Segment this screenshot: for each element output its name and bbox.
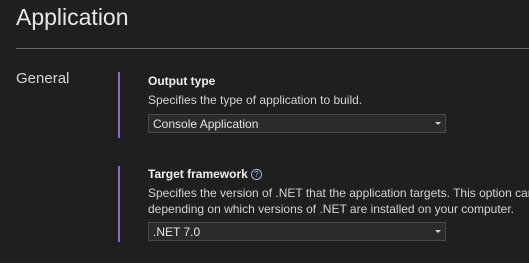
output-type-accent-bar [118,72,120,138]
chevron-down-icon [435,122,441,125]
chevron-down-icon [435,230,441,233]
output-type-title: Output type [148,74,216,88]
output-type-dropdown[interactable]: Console Application [148,114,446,133]
title-divider [16,48,529,49]
page-title: Application [16,4,129,30]
target-framework-title: Target framework [148,167,248,181]
target-framework-description-line1: Specifies the version of .NET that the a… [148,186,529,200]
application-properties-page: Application General Output type Specifie… [0,0,529,263]
target-framework-accent-bar [118,166,120,242]
target-framework-dropdown[interactable]: .NET 7.0 [148,222,446,241]
target-framework-title-row: Target framework? [148,167,262,181]
output-type-selected-value: Console Application [153,117,259,131]
help-icon[interactable]: ? [250,169,262,180]
section-label-general[interactable]: General [16,70,69,87]
target-framework-selected-value: .NET 7.0 [153,225,201,239]
target-framework-description-line2: depending on which versions of .NET are … [148,202,514,216]
output-type-description: Specifies the type of application to bui… [148,93,363,107]
